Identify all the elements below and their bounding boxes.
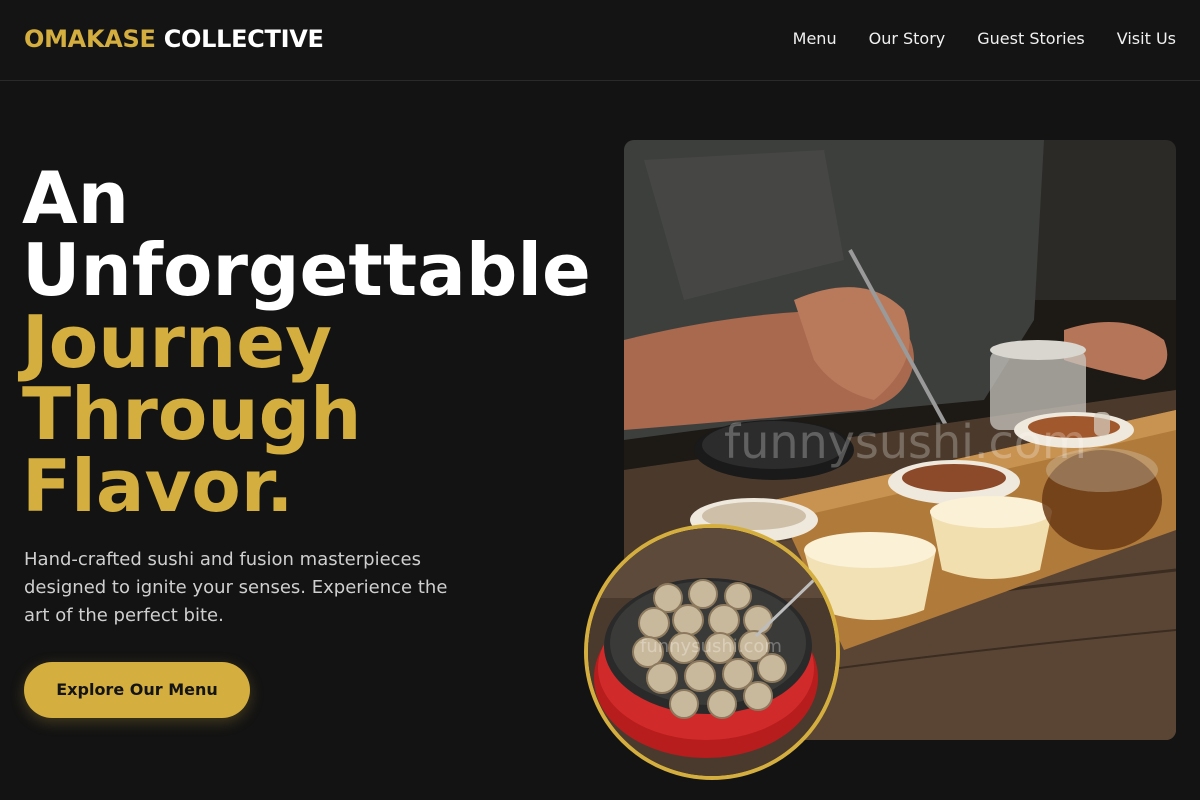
nav-link-visit-us[interactable]: Visit Us — [1117, 29, 1176, 49]
main-nav: Menu Our Story Guest Stories Visit Us — [793, 29, 1176, 49]
hero-heading: An Unforgettable Journey Through Flavor. — [22, 162, 622, 522]
nav-link-guest-stories[interactable]: Guest Stories — [977, 29, 1085, 49]
nav-link-menu[interactable]: Menu — [793, 29, 837, 49]
brand-name: COLLECTIVE — [163, 25, 324, 53]
hero-description: Hand-crafted sushi and fusion masterpiec… — [24, 549, 448, 626]
brand-logo[interactable]: OMAKASE COLLECTIVE — [24, 24, 324, 54]
explore-menu-button[interactable]: Explore Our Menu — [24, 662, 250, 718]
takoyaki-inset-photo: funnysushi.com — [584, 524, 840, 780]
hero-heading-line-3: Journey — [22, 300, 333, 384]
hero-heading-line-1: An — [22, 156, 129, 240]
nav-link-our-story[interactable]: Our Story — [869, 29, 946, 49]
hero-heading-line-2: Unforgettable — [22, 228, 591, 312]
hero-heading-line-4: Through — [22, 372, 362, 456]
navbar: OMAKASE COLLECTIVE Menu Our Story Guest … — [0, 0, 1200, 81]
hero-heading-line-5: Flavor. — [22, 444, 294, 528]
photo-watermark: funnysushi.com — [724, 415, 1087, 469]
inset-watermark: funnysushi.com — [640, 636, 782, 657]
brand-accent: OMAKASE — [24, 25, 156, 53]
